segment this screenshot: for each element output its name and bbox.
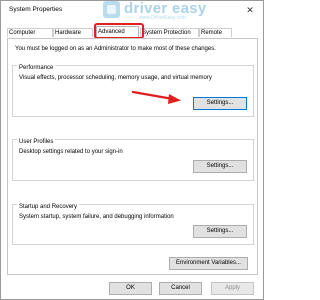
apply-button[interactable]: Apply (211, 282, 254, 295)
watermark: driver easy www.DriverEasy.com (103, 0, 223, 21)
watermark-url: www.DriverEasy.com (139, 15, 186, 21)
cancel-button[interactable]: Cancel (159, 282, 202, 295)
red-arrow-annotation (131, 90, 181, 104)
startup-recovery-description: System startup, system failure, and debu… (19, 214, 174, 220)
user-profiles-title: User Profiles (17, 139, 56, 145)
ok-button[interactable]: OK (109, 282, 152, 295)
window-title: System Properties (9, 6, 63, 13)
performance-description: Visual effects, processor scheduling, me… (19, 75, 212, 81)
tab-system-protection[interactable]: System Protection (140, 28, 199, 37)
startup-recovery-settings-button[interactable]: Settings... (193, 225, 247, 238)
advanced-tab-highlight (94, 23, 144, 39)
close-icon[interactable]: ✕ (243, 4, 257, 17)
user-profiles-group: User Profiles Desktop settings related t… (12, 139, 254, 181)
admin-note: You must be logged on as an Administrato… (15, 46, 216, 52)
tab-remote[interactable]: Remote (199, 28, 232, 37)
startup-recovery-group: Startup and Recovery System startup, sys… (12, 204, 254, 245)
user-profiles-description: Desktop settings related to your sign-in (19, 149, 123, 155)
title-bar[interactable]: System Properties driver easy www.Driver… (1, 0, 263, 21)
driver-easy-logo-icon (103, 1, 120, 18)
user-profiles-settings-button[interactable]: Settings... (193, 160, 247, 173)
performance-title: Performance (17, 65, 56, 71)
performance-settings-button[interactable]: Settings... (193, 97, 247, 110)
tab-computer-name[interactable]: Computer Name (7, 28, 53, 45)
system-properties-window: System Properties driver easy www.Driver… (0, 0, 264, 300)
startup-recovery-title: Startup and Recovery (17, 204, 80, 210)
environment-variables-button[interactable]: Environment Variables... (169, 257, 248, 270)
tab-hardware[interactable]: Hardware (53, 28, 93, 37)
